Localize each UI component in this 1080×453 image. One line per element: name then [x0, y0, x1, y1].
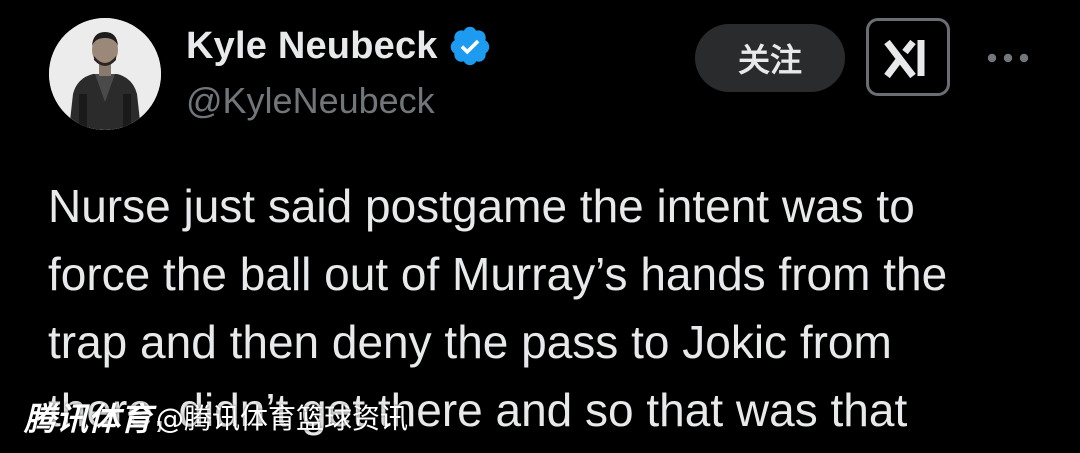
avatar-photo [49, 18, 161, 130]
watermark-account: @腾讯体育篮球资讯 [156, 402, 409, 435]
follow-button[interactable]: 关注 [695, 24, 845, 92]
tweet-line: force the ball out of Murray’s hands fro… [48, 248, 948, 300]
avatar[interactable] [49, 18, 161, 130]
watermark-brand: 腾讯体育 [24, 400, 153, 438]
author-handle[interactable]: @KyleNeubeck [186, 80, 435, 122]
watermark: 腾讯体育 @腾讯体育篮球资讯 [24, 395, 408, 439]
grok-icon [884, 39, 925, 79]
author-display-name[interactable]: Kyle Neubeck [186, 25, 438, 68]
grok-button[interactable] [866, 18, 950, 96]
tweet-line: trap and then deny the pass to Jokic fro… [48, 316, 892, 368]
more-icon [987, 53, 1029, 63]
verified-badge-icon [450, 26, 489, 66]
author-name-row: Kyle Neubeck [186, 22, 492, 70]
tweet-line: Nurse just said postgame the intent was … [48, 180, 915, 232]
more-options-button[interactable] [986, 40, 1030, 76]
